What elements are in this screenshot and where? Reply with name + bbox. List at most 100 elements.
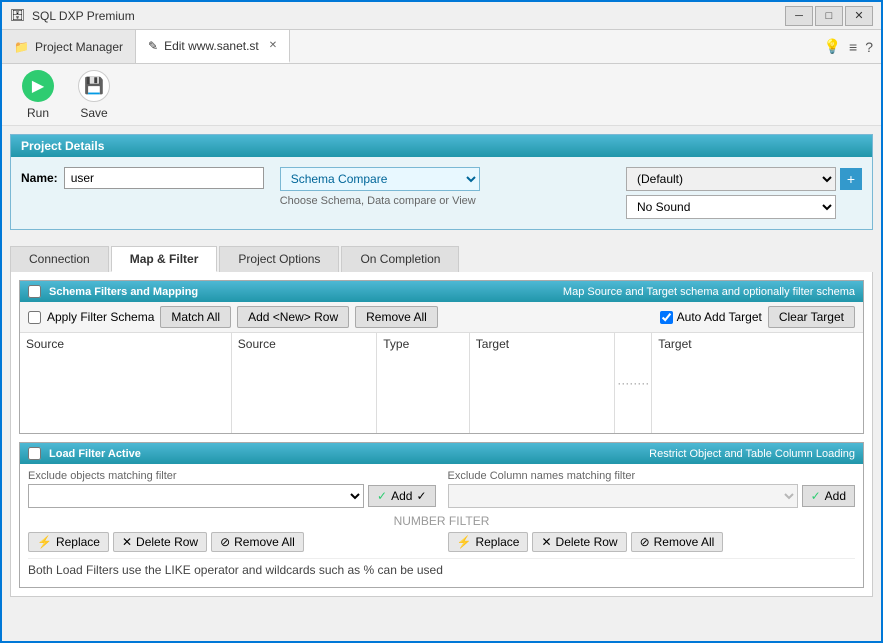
exclude-objects-label: Exclude objects matching filter xyxy=(28,470,436,482)
filter-note: Both Load Filters use the LIKE operator … xyxy=(28,558,855,581)
schema-filters-subtitle: Map Source and Target schema and optiona… xyxy=(563,286,855,298)
schema-filters-checkbox[interactable] xyxy=(28,285,41,298)
remove-all-left-label: Remove All xyxy=(234,535,295,549)
remove-all-button[interactable]: Remove All xyxy=(355,306,438,328)
schema-columns: Source Source Type Target ········ Targe… xyxy=(20,333,863,433)
replace-left-label: Replace xyxy=(56,535,100,549)
exclude-objects-row: ✓ Add ✓ xyxy=(28,484,436,508)
auto-add-target-checkbox[interactable] xyxy=(660,311,673,324)
replace-left-icon: ⚡ xyxy=(37,535,52,549)
tab-project-manager-label: Project Manager xyxy=(35,40,123,54)
tab-map-filter-label: Map & Filter xyxy=(130,252,199,266)
filter-actions-row: ⚡ Replace ✕ Delete Row ⊘ Remove All xyxy=(28,532,855,552)
tab-project-options[interactable]: Project Options xyxy=(219,246,339,272)
project-details-body: Name: Schema Compare Data Compare View C… xyxy=(11,157,872,229)
nosound-select[interactable]: No Sound xyxy=(626,195,836,219)
name-input[interactable] xyxy=(64,167,264,189)
tab-map-filter[interactable]: Map & Filter xyxy=(111,246,218,272)
project-manager-icon: 📁 xyxy=(14,40,29,54)
default-select[interactable]: (Default) xyxy=(626,167,836,191)
name-label: Name: xyxy=(21,171,58,185)
tab-connection[interactable]: Connection xyxy=(10,246,109,272)
source-col-header: Source xyxy=(26,337,225,351)
replace-right-icon: ⚡ xyxy=(457,535,472,549)
delete-row-left-button[interactable]: ✕ Delete Row xyxy=(113,532,207,552)
main-content: Schema Filters and Mapping Map Source an… xyxy=(10,272,873,597)
close-button[interactable]: ✕ xyxy=(845,6,873,26)
auto-add-target-label: Auto Add Target xyxy=(677,310,762,324)
schema-select[interactable]: Schema Compare Data Compare View xyxy=(280,167,480,191)
target-col-header: Target xyxy=(658,337,857,351)
tab-edit[interactable]: ✎ Edit www.sanet.st ✕ xyxy=(136,30,290,63)
minimize-button[interactable]: ─ xyxy=(785,6,813,26)
add-columns-label: Add xyxy=(825,489,846,503)
apply-filter-checkbox[interactable] xyxy=(28,311,41,324)
title-bar: 🗄 SQL DXP Premium ─ □ ✕ xyxy=(2,2,881,30)
tab-on-completion[interactable]: On Completion xyxy=(341,246,459,272)
menu-bar: 📁 Project Manager ✎ Edit www.sanet.st ✕ … xyxy=(2,30,881,64)
delete-row-left-label: Delete Row xyxy=(136,535,198,549)
remove-all-left-icon: ⊘ xyxy=(220,535,230,549)
add-check-icon: ✓ xyxy=(377,489,387,503)
tab-project-manager[interactable]: 📁 Project Manager xyxy=(2,30,136,63)
tab-edit-label: Edit www.sanet.st xyxy=(164,39,259,53)
load-filter-body: Exclude objects matching filter ✓ Add ✓ … xyxy=(20,464,863,587)
schema-filters-box: Schema Filters and Mapping Map Source an… xyxy=(19,280,864,434)
schema-hint: Choose Schema, Data compare or View xyxy=(280,195,610,207)
replace-left-button[interactable]: ⚡ Replace xyxy=(28,532,109,552)
schema-filters-toolbar: Apply Filter Schema Match All Add <New> … xyxy=(20,302,863,333)
add-columns-check-icon: ✓ xyxy=(811,489,821,503)
type-col-header: Type xyxy=(383,337,463,351)
plus-button[interactable]: + xyxy=(840,168,862,190)
tab-connection-label: Connection xyxy=(29,252,90,266)
remove-all-right-icon: ⊘ xyxy=(640,535,650,549)
project-details-header: Project Details xyxy=(11,135,872,157)
exclude-columns-group: Exclude Column names matching filter ✓ A… xyxy=(448,470,856,508)
right-section: (Default) + No Sound xyxy=(626,167,862,219)
toolbar: ▶ Run 💾 Save xyxy=(2,64,881,126)
tab-edit-close[interactable]: ✕ xyxy=(269,40,277,51)
maximize-button[interactable]: □ xyxy=(815,6,843,26)
lightbulb-icon[interactable]: 💡 xyxy=(824,38,841,55)
tab-project-options-label: Project Options xyxy=(238,252,320,266)
target-col: Target xyxy=(652,333,863,433)
exclude-columns-select[interactable] xyxy=(448,484,798,508)
help-icon[interactable]: ? xyxy=(865,39,873,55)
menu-icons: 💡 ≡ ? xyxy=(816,30,881,63)
edit-icon: ✎ xyxy=(148,39,158,53)
source-col: Source xyxy=(20,333,232,433)
menu-icon[interactable]: ≡ xyxy=(849,39,857,55)
delete-row-right-button[interactable]: ✕ Delete Row xyxy=(532,532,626,552)
left-action-group: ⚡ Replace ✕ Delete Row ⊘ Remove All xyxy=(28,532,436,552)
match-all-button[interactable]: Match All xyxy=(160,306,231,328)
window-controls: ─ □ ✕ xyxy=(785,6,873,26)
load-filter-title: Load Filter Active xyxy=(49,448,141,460)
save-button[interactable]: 💾 Save xyxy=(74,70,114,120)
add-new-row-button[interactable]: Add <New> Row xyxy=(237,306,349,328)
app-icon: 🗄 xyxy=(10,8,26,24)
load-filter-checkbox[interactable] xyxy=(28,447,41,460)
source-sub-header: Source xyxy=(238,337,371,351)
schema-filters-title: Schema Filters and Mapping xyxy=(49,286,198,298)
delete-right-icon: ✕ xyxy=(541,535,551,549)
save-label: Save xyxy=(80,106,107,120)
add-objects-button[interactable]: ✓ Add ✓ xyxy=(368,485,435,507)
load-filter-box: Load Filter Active Restrict Object and T… xyxy=(19,442,864,588)
filter-note-text: Both Load Filters use the LIKE operator … xyxy=(28,563,443,577)
replace-right-label: Replace xyxy=(475,535,519,549)
target-sub-col: Target xyxy=(470,333,616,433)
add-columns-button[interactable]: ✓ Add xyxy=(802,485,855,507)
remove-all-left-button[interactable]: ⊘ Remove All xyxy=(211,532,304,552)
exclude-objects-select[interactable] xyxy=(28,484,364,508)
remove-all-right-button[interactable]: ⊘ Remove All xyxy=(631,532,724,552)
drag-handle[interactable]: ········ xyxy=(615,333,652,433)
apply-filter-label: Apply Filter Schema xyxy=(47,310,154,324)
clear-target-button[interactable]: Clear Target xyxy=(768,306,855,328)
exclude-columns-label: Exclude Column names matching filter xyxy=(448,470,856,482)
run-button[interactable]: ▶ Run xyxy=(18,70,58,120)
drag-dots: ········ xyxy=(617,376,649,390)
replace-right-button[interactable]: ⚡ Replace xyxy=(448,532,529,552)
load-filter-header: Load Filter Active Restrict Object and T… xyxy=(20,443,863,464)
auto-add-check: Auto Add Target xyxy=(660,310,762,324)
run-icon: ▶ xyxy=(22,70,54,102)
